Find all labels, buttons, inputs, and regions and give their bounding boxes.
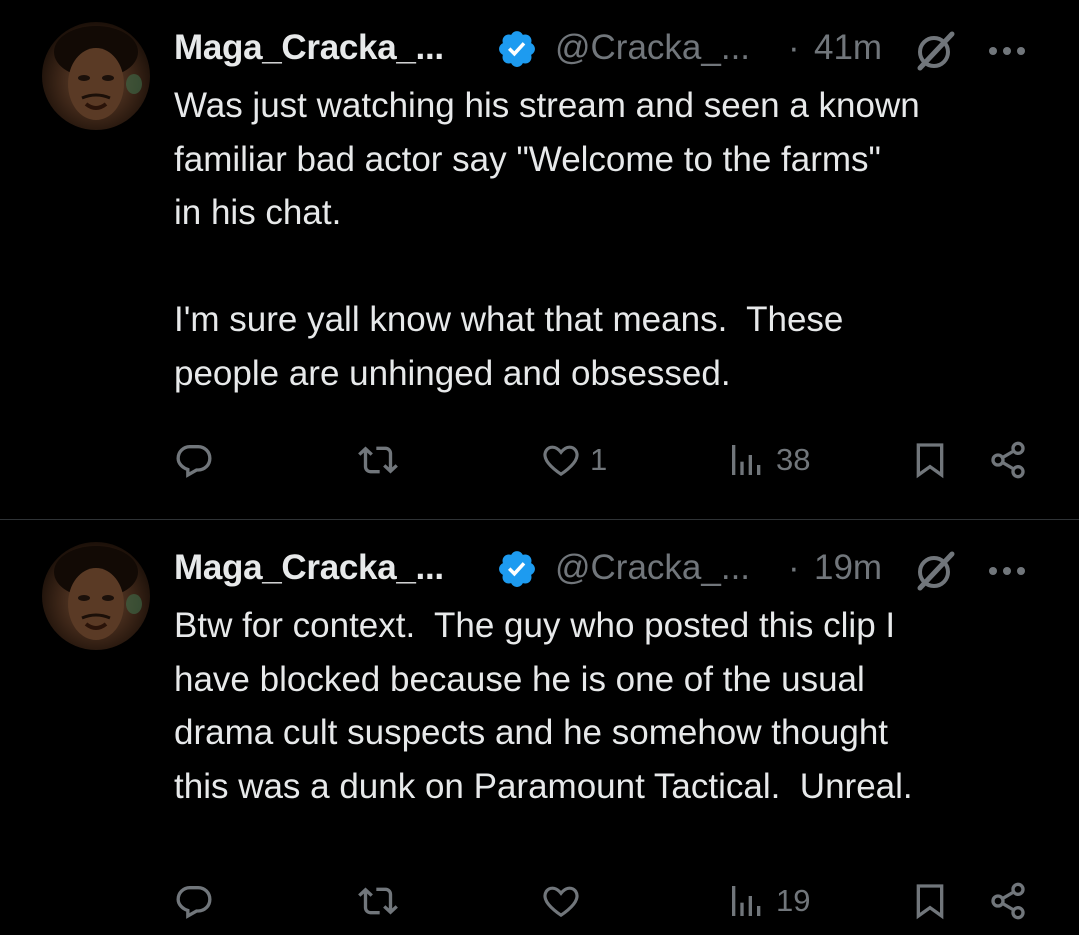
share-icon <box>991 882 1025 920</box>
reply-button[interactable] <box>174 876 222 926</box>
repost-button[interactable] <box>356 435 408 485</box>
like-button[interactable]: 1 <box>540 435 607 485</box>
repost-icon <box>358 887 398 915</box>
share-icon <box>991 441 1025 479</box>
reply-icon <box>176 445 212 478</box>
views-icon <box>732 886 761 916</box>
avatar[interactable] <box>42 542 150 650</box>
reply-button[interactable] <box>174 435 222 485</box>
post-actions: 1 38 <box>174 435 1054 485</box>
author-name[interactable]: Maga_Cracka_... <box>174 28 444 68</box>
like-count: 1 <box>590 442 608 477</box>
bookmark-button[interactable] <box>910 435 950 485</box>
post-text: Btw for context. The guy who posted this… <box>174 606 913 806</box>
views-button[interactable]: 19 <box>726 876 810 926</box>
grok-icon[interactable] <box>912 548 958 594</box>
post-text: Was just watching his stream and seen a … <box>174 86 920 393</box>
bookmark-button[interactable] <box>910 876 950 926</box>
post[interactable]: Maga_Cracka_... @Cracka_... · 19m Btw fo… <box>0 520 1079 935</box>
separator-dot: · <box>788 28 800 67</box>
post[interactable]: Maga_Cracka_... @Cracka_... · 41m Was ju… <box>0 0 1079 519</box>
avatar[interactable] <box>42 22 150 130</box>
repost-button[interactable] <box>356 876 408 926</box>
bookmark-icon <box>916 884 944 920</box>
heart-icon <box>543 886 579 918</box>
post-actions: 19 <box>174 876 1054 926</box>
more-icon[interactable] <box>984 36 1030 66</box>
reply-icon <box>176 886 212 919</box>
author-handle[interactable]: @Cracka_... <box>555 548 750 588</box>
author-handle[interactable]: @Cracka_... <box>555 28 750 68</box>
avatar-image <box>54 546 142 640</box>
separator-dot: · <box>788 548 800 587</box>
verified-badge-icon[interactable] <box>496 548 538 590</box>
views-icon <box>732 445 761 475</box>
post-timestamp[interactable]: 19m <box>814 548 882 588</box>
bookmark-icon <box>916 443 944 479</box>
verified-badge-icon[interactable] <box>496 28 538 70</box>
views-count: 38 <box>776 442 811 477</box>
repost-icon <box>358 446 398 474</box>
post-header: Maga_Cracka_... @Cracka_... · 19m <box>174 546 1054 592</box>
avatar-image <box>54 26 142 120</box>
author-name[interactable]: Maga_Cracka_... <box>174 548 444 588</box>
post-timestamp[interactable]: 41m <box>814 28 882 68</box>
like-button[interactable] <box>540 876 590 926</box>
heart-icon <box>543 445 579 477</box>
share-button[interactable] <box>988 435 1028 485</box>
grok-icon[interactable] <box>912 28 958 74</box>
share-button[interactable] <box>988 876 1028 926</box>
more-icon[interactable] <box>984 556 1030 586</box>
views-button[interactable]: 38 <box>726 435 810 485</box>
views-count: 19 <box>776 883 811 918</box>
post-header: Maga_Cracka_... @Cracka_... · 41m <box>174 26 1054 72</box>
